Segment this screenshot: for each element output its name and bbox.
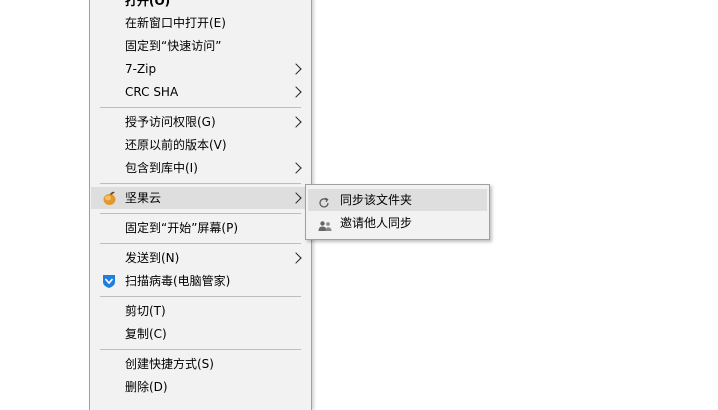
- menu-item-label: 固定到“快速访问”: [125, 39, 222, 53]
- chevron-right-icon: [290, 162, 302, 174]
- chevron-right-icon: [290, 63, 302, 75]
- menu-item-label: CRC SHA: [125, 85, 179, 99]
- menu-item-scan-virus[interactable]: 扫描病毒(电脑管家): [91, 270, 310, 292]
- menu-separator: [100, 243, 301, 244]
- pc-manager-shield-icon: [101, 273, 117, 289]
- menu-item-grant-access[interactable]: 授予访问权限(G): [91, 111, 310, 133]
- menu-item-send-to[interactable]: 发送到(N): [91, 247, 310, 269]
- menu-item-label: 剪切(T): [125, 304, 166, 318]
- menu-separator: [100, 296, 301, 297]
- submenu-item-label: 邀请他人同步: [340, 216, 413, 230]
- menu-item-crc-sha[interactable]: CRC SHA: [91, 81, 310, 103]
- jianguoyun-submenu: 同步该文件夹 邀请他人同步: [305, 184, 490, 240]
- people-icon: [318, 217, 332, 231]
- menu-item-open[interactable]: 打开(O): [91, 0, 310, 12]
- menu-item-label: 7-Zip: [125, 62, 157, 76]
- menu-separator: [100, 213, 301, 214]
- menu-separator: [100, 107, 301, 108]
- sync-icon: [318, 194, 330, 208]
- menu-item-label: 删除(D): [125, 380, 168, 394]
- menu-item-pin-to-start[interactable]: 固定到“开始”屏幕(P): [91, 217, 310, 239]
- menu-item-copy[interactable]: 复制(C): [91, 323, 310, 345]
- menu-item-open-new-window[interactable]: 在新窗口中打开(E): [91, 12, 310, 34]
- menu-item-label: 还原以前的版本(V): [125, 138, 227, 152]
- menu-item-pin-quick-access[interactable]: 固定到“快速访问”: [91, 35, 310, 57]
- menu-item-label: 打开(O): [125, 0, 171, 8]
- menu-item-label: 创建快捷方式(S): [125, 357, 214, 371]
- menu-item-label: 授予访问权限(G): [125, 115, 216, 129]
- menu-item-label: 坚果云: [125, 191, 162, 205]
- chevron-right-icon: [290, 252, 302, 264]
- menu-item-jianguoyun[interactable]: 坚果云: [91, 187, 310, 209]
- submenu-item-invite-sync[interactable]: 邀请他人同步: [308, 212, 487, 234]
- menu-item-cut[interactable]: 剪切(T): [91, 300, 310, 322]
- menu-item-7zip[interactable]: 7-Zip: [91, 58, 310, 80]
- menu-item-label: 包含到库中(I): [125, 161, 198, 175]
- submenu-item-sync-folder[interactable]: 同步该文件夹: [308, 189, 487, 211]
- menu-item-restore-versions[interactable]: 还原以前的版本(V): [91, 134, 310, 156]
- chevron-right-icon: [290, 116, 302, 128]
- menu-item-label: 复制(C): [125, 327, 167, 341]
- jianguoyun-nut-icon: [101, 190, 117, 206]
- menu-item-include-in-library[interactable]: 包含到库中(I): [91, 157, 310, 179]
- menu-item-delete[interactable]: 删除(D): [91, 376, 310, 398]
- menu-item-label: 发送到(N): [125, 251, 180, 265]
- menu-separator: [100, 183, 301, 184]
- menu-item-create-shortcut[interactable]: 创建快捷方式(S): [91, 353, 310, 375]
- menu-item-label: 在新窗口中打开(E): [125, 16, 226, 30]
- menu-separator: [100, 349, 301, 350]
- submenu-item-label: 同步该文件夹: [340, 193, 413, 207]
- chevron-right-icon: [290, 192, 302, 204]
- context-menu: 打开(O) 在新窗口中打开(E) 固定到“快速访问” 7-Zip CRC SHA…: [89, 0, 312, 410]
- menu-item-label: 固定到“开始”屏幕(P): [125, 221, 239, 235]
- menu-item-label: 扫描病毒(电脑管家): [125, 274, 231, 288]
- chevron-right-icon: [290, 86, 302, 98]
